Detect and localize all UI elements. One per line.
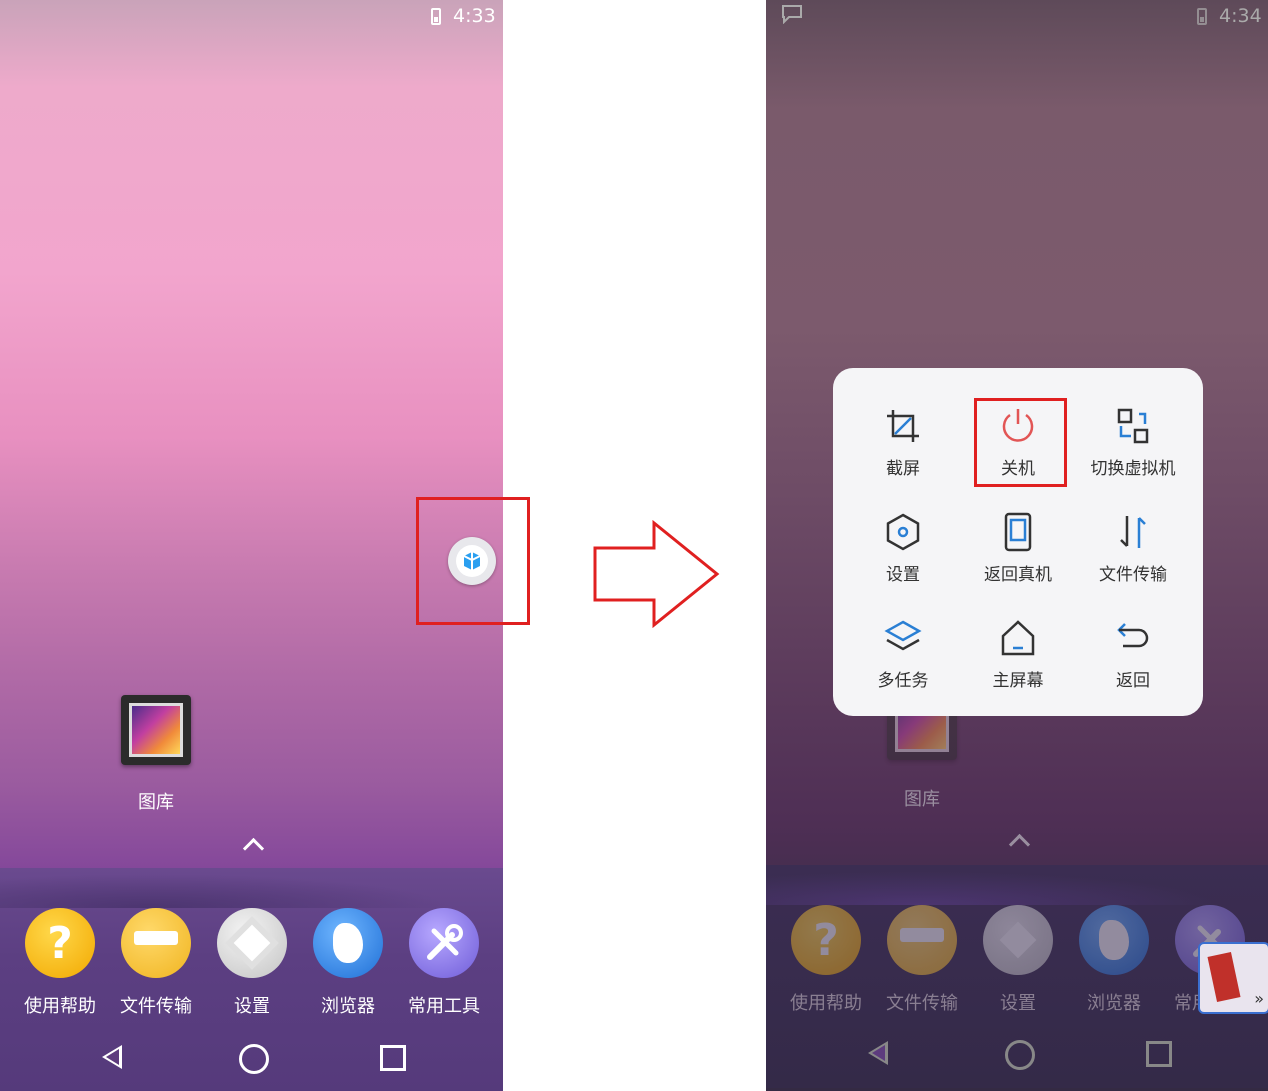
menu-item-return-device[interactable]: 返回真机: [963, 512, 1073, 612]
settings-icon: [999, 921, 1037, 959]
dock-label-file-transfer: 文件传输: [120, 996, 192, 1017]
gallery-app-label: 图库: [138, 792, 174, 813]
help-app-icon[interactable]: ?: [25, 908, 95, 978]
file-transfer-app-icon[interactable]: [887, 905, 957, 975]
gallery-app-icon[interactable]: [121, 695, 191, 765]
help-icon: ?: [47, 917, 73, 969]
return-icon: [1117, 623, 1149, 648]
menu-item-switch-vm[interactable]: 切换虚拟机: [1078, 406, 1188, 506]
message-icon: [782, 5, 802, 24]
nav-back-button[interactable]: [102, 1045, 122, 1069]
dock-label-help: 使用帮助: [790, 993, 862, 1014]
transfer-arrows-icon: [1120, 516, 1146, 548]
tools-app-icon[interactable]: [409, 908, 479, 978]
dock-label-help: 使用帮助: [24, 996, 96, 1017]
file-transfer-icon: [134, 931, 178, 945]
battery-icon: [1197, 8, 1207, 25]
layers-icon: [884, 620, 922, 651]
menu-item-home-screen[interactable]: 主屏幕: [963, 618, 1073, 718]
settings-icon: [233, 924, 271, 962]
app-drawer-chevron-icon[interactable]: [242, 837, 265, 860]
help-icon: ?: [813, 914, 839, 966]
gallery-app-label: 图库: [904, 789, 940, 810]
battery-icon: [431, 8, 441, 25]
file-transfer-app-icon[interactable]: [121, 908, 191, 978]
floating-ball-highlight: [416, 497, 530, 625]
power-highlight: [974, 398, 1067, 487]
file-transfer-icon: [900, 928, 944, 942]
browser-app-icon[interactable]: [1079, 905, 1149, 975]
home-icon: [1001, 620, 1035, 656]
nav-recents-button[interactable]: [380, 1045, 406, 1071]
switch-vm-icon: [1117, 408, 1149, 444]
menu-item-back[interactable]: 返回: [1078, 618, 1188, 718]
help-app-icon[interactable]: ?: [791, 905, 861, 975]
settings-app-icon[interactable]: [983, 905, 1053, 975]
transition-arrow-icon: [593, 520, 720, 628]
status-time: 4:34: [1219, 5, 1262, 27]
tools-icon: [427, 924, 463, 960]
status-time: 4:33: [453, 5, 496, 27]
nav-recents-button[interactable]: [1146, 1041, 1172, 1067]
nav-home-button[interactable]: [239, 1044, 269, 1074]
phone-icon: [1004, 512, 1032, 552]
nav-back-button[interactable]: [868, 1041, 888, 1065]
hexagon-settings-icon: [886, 513, 920, 551]
browser-icon: [333, 923, 363, 963]
floating-window-thumbnail[interactable]: »: [1198, 942, 1268, 1014]
expand-icon: »: [1254, 989, 1264, 1008]
menu-item-screenshot[interactable]: 截屏: [848, 406, 958, 506]
dock-label-browser: 浏览器: [1087, 993, 1141, 1014]
browser-icon: [1099, 920, 1129, 960]
dock-label-tools: 常用工具: [408, 996, 480, 1017]
dock-label-settings: 设置: [1000, 993, 1036, 1014]
dock-label-browser: 浏览器: [321, 996, 375, 1017]
browser-app-icon[interactable]: [313, 908, 383, 978]
dock-label-settings: 设置: [234, 996, 270, 1017]
menu-item-multitask[interactable]: 多任务: [848, 618, 958, 718]
nav-home-button[interactable]: [1005, 1040, 1035, 1070]
menu-item-file-transfer[interactable]: 文件传输: [1078, 512, 1188, 612]
crop-icon: [887, 410, 919, 442]
app-drawer-chevron-icon[interactable]: [1008, 833, 1031, 856]
menu-item-settings[interactable]: 设置: [848, 512, 958, 612]
settings-app-icon[interactable]: [217, 908, 287, 978]
dock-label-file-transfer: 文件传输: [886, 993, 958, 1014]
